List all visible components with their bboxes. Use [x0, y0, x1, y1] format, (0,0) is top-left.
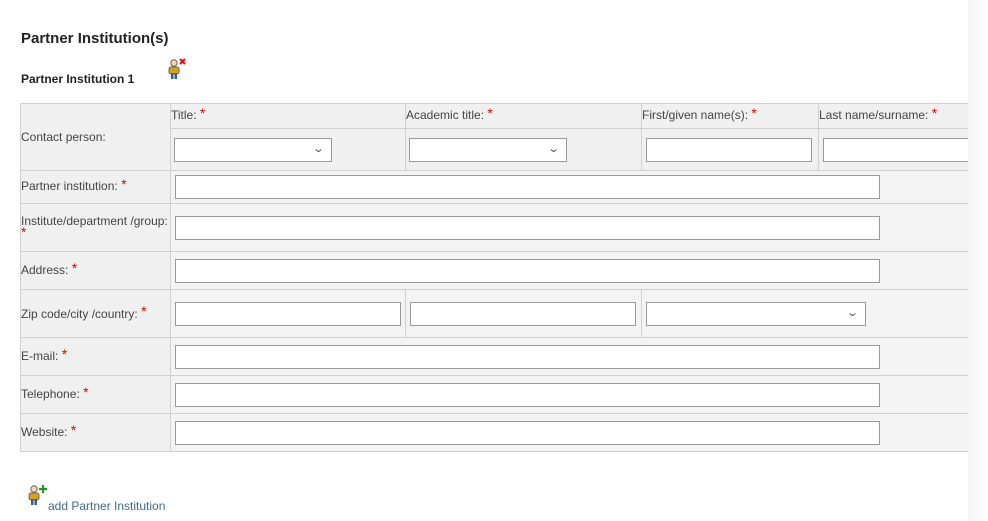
website-label: Website: * — [20, 413, 171, 452]
add-partner-link[interactable]: add Partner Institution — [48, 499, 165, 513]
first-name-header: First/given name(s): * — [641, 103, 819, 129]
academic-title-select[interactable]: ⌄ — [409, 137, 567, 162]
chevron-down-icon: ⌄ — [311, 142, 325, 155]
academic-title-header: Academic title: * — [405, 103, 642, 129]
department-label: Institute/department /group: * — [20, 203, 171, 252]
contact-person-label: Contact person: — [20, 103, 171, 171]
city-input[interactable] — [410, 301, 636, 326]
partner-form-table: Contact person: Title: * Academic title:… — [20, 103, 988, 452]
chevron-down-icon: ⌄ — [845, 306, 859, 319]
person-add-icon[interactable] — [27, 484, 49, 506]
chevron-down-icon: ⌄ — [546, 142, 560, 155]
zip-city-country-label: Zip code/city /country: * — [20, 289, 171, 338]
telephone-label: Telephone: * — [20, 375, 171, 414]
address-input[interactable] — [175, 258, 880, 283]
form-page: Partner Institution(s) Partner Instituti… — [0, 0, 988, 521]
address-label: Address: * — [20, 251, 171, 290]
telephone-input[interactable] — [175, 382, 880, 407]
person-remove-icon[interactable] — [167, 58, 187, 80]
department-input[interactable] — [175, 215, 880, 240]
last-name-input[interactable] — [823, 137, 988, 162]
country-select[interactable]: ⌄ — [646, 301, 866, 326]
partner-institution-input[interactable] — [175, 175, 880, 199]
page-edge-shadow — [968, 0, 988, 521]
website-input[interactable] — [175, 420, 880, 445]
title-select[interactable]: ⌄ — [174, 137, 332, 162]
last-name-header: Last name/surname: * — [818, 103, 988, 129]
email-label: E-mail: * — [20, 337, 171, 376]
partner-institution-label: Partner institution: * — [20, 170, 171, 204]
partner-title: Partner Institution 1 — [21, 72, 135, 86]
first-name-input[interactable] — [646, 137, 812, 162]
email-input[interactable] — [175, 344, 880, 369]
title-header: Title: * — [170, 103, 406, 129]
section-title: Partner Institution(s) — [21, 30, 169, 47]
zip-code-input[interactable] — [175, 301, 401, 326]
